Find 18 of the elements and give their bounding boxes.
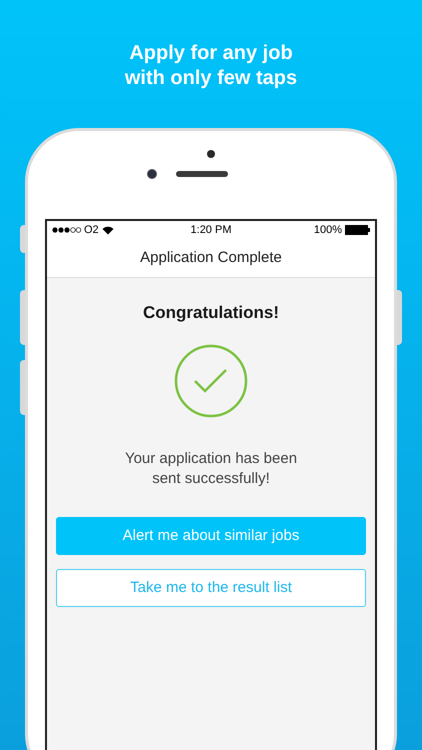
sensor-icon bbox=[207, 150, 215, 158]
battery-icon bbox=[345, 225, 370, 235]
heading: Congratulations! bbox=[143, 302, 279, 324]
success-message: Your application has been bbox=[124, 449, 298, 469]
nav-title: Application Complete bbox=[140, 248, 282, 268]
headline: Apply for any job bbox=[129, 41, 293, 66]
status-time: 1:20 PM bbox=[190, 222, 232, 238]
carrier-name: O2 bbox=[84, 222, 99, 238]
result-list-button[interactable]: Take me to the result list bbox=[56, 569, 366, 607]
wifi-icon bbox=[102, 226, 114, 234]
success-message: sent successfully! bbox=[152, 469, 270, 489]
speaker-icon bbox=[176, 171, 228, 177]
battery-percent: 100% bbox=[314, 222, 342, 238]
alert-button[interactable]: Alert me about similar jobs bbox=[56, 517, 366, 555]
checkmark-icon bbox=[174, 344, 248, 418]
headline: with only few taps bbox=[124, 66, 298, 91]
signal-icon bbox=[52, 227, 81, 233]
camera-icon bbox=[146, 169, 156, 179]
